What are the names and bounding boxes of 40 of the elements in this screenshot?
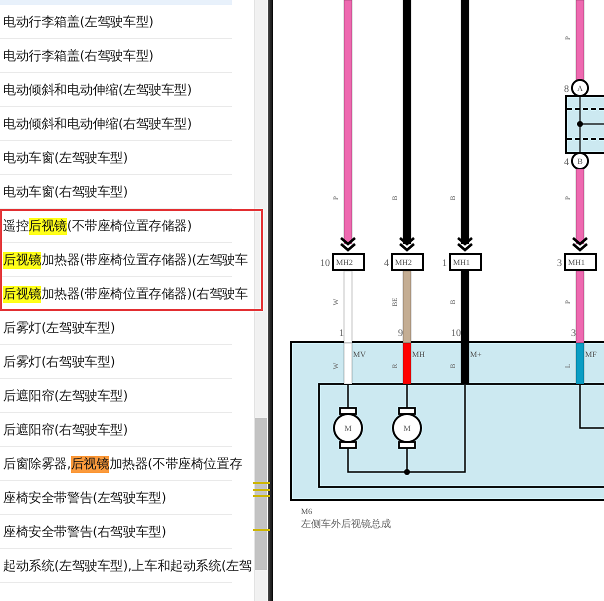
match-marker-icon xyxy=(253,495,270,497)
pin-number: 9 xyxy=(398,328,403,339)
list-item[interactable]: 遥控后视镜(不带座椅位置存储器) xyxy=(0,209,263,243)
double-chevron-icon xyxy=(572,237,588,252)
pin-number: 3 xyxy=(557,258,562,269)
pin-number: 1 xyxy=(442,258,447,269)
list-item[interactable]: 后视镜加热器(带座椅位置存储器)(右驾驶车 xyxy=(0,277,263,311)
terminal-marker: B xyxy=(571,152,589,170)
match-marker-icon xyxy=(253,529,270,531)
circuit-line xyxy=(579,385,604,429)
component-code: M6 xyxy=(301,507,312,516)
search-highlight: 后视镜 xyxy=(28,218,68,234)
pin-number: 4 xyxy=(384,258,389,269)
connector-label: MH1 xyxy=(449,253,482,271)
search-highlight: 后视镜 xyxy=(3,252,42,268)
junction-dot-icon xyxy=(404,469,410,475)
double-chevron-icon xyxy=(457,237,473,252)
pin-number: 1 xyxy=(339,328,344,339)
terminal-name: MF xyxy=(585,350,597,359)
terminal-marker: A xyxy=(571,79,589,97)
pin-number: 3 xyxy=(571,328,576,339)
terminal-name: MV xyxy=(353,350,366,359)
connector-label: MH1 xyxy=(564,253,597,271)
double-chevron-icon xyxy=(399,237,415,252)
pin-number: 8 xyxy=(564,84,569,95)
pin-number: 4 xyxy=(564,157,569,168)
search-highlight: 后视镜 xyxy=(3,286,42,302)
scrollbar-thumb[interactable] xyxy=(255,418,267,570)
list-item[interactable]: 后视镜加热器(带座椅位置存储器)(左驾驶车 xyxy=(0,243,263,277)
pin-number: 10 xyxy=(451,328,461,339)
pin-number: 10 xyxy=(320,258,330,269)
double-chevron-icon xyxy=(340,237,356,252)
component-name: 左侧车外后视镜总成 xyxy=(301,519,391,530)
terminal-name: M+ xyxy=(470,350,482,359)
match-marker-icon xyxy=(253,482,270,484)
match-marker-icon xyxy=(253,489,270,491)
terminal-name: MH xyxy=(412,350,425,359)
connector-label: MH2 xyxy=(391,253,424,271)
search-highlight: 后视镜 xyxy=(70,456,110,472)
connector-label: MH2 xyxy=(332,253,365,271)
